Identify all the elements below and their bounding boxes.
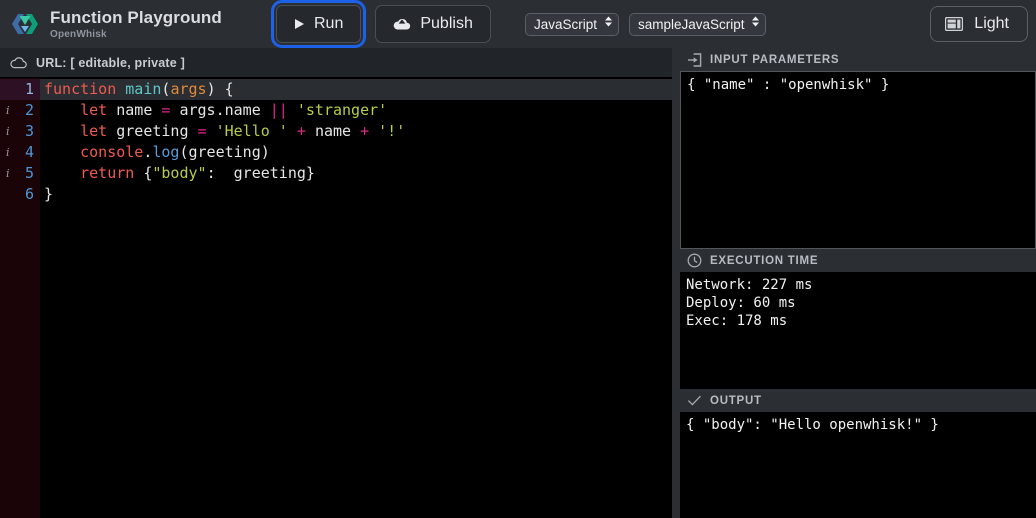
results-column: INPUT PARAMETERS { "name" : "openwhisk" … <box>680 48 1036 518</box>
line-number-5: i 5 <box>0 163 40 184</box>
gutter-info-marker[interactable]: i <box>6 142 10 163</box>
app-body: URL: [ editable, private ] i 1 ▾ i 2 i <box>0 48 1036 518</box>
input-parameters-panel: INPUT PARAMETERS { "name" : "openwhisk" … <box>680 48 1036 249</box>
gutter-info-marker[interactable]: i <box>6 121 10 142</box>
sample-select[interactable]: sampleJavaScript <box>629 12 766 36</box>
input-parameters-header: INPUT PARAMETERS <box>680 48 1036 71</box>
openwhisk-logo-icon <box>10 9 40 39</box>
run-button[interactable]: Run <box>270 0 367 48</box>
output-value: { "body": "Hello openwhisk!" } <box>680 412 1036 518</box>
clock-icon <box>687 253 702 268</box>
select-group: JavaScript sampleJavaScript <box>525 0 766 48</box>
execution-time-value: Network: 227 ms Deploy: 60 ms Exec: 178 … <box>680 272 1036 389</box>
language-select-wrap: JavaScript <box>525 12 619 36</box>
code-line-1[interactable]: function main(args) { <box>40 79 672 100</box>
output-title: OUTPUT <box>710 394 762 407</box>
header-right: Light <box>930 0 1028 48</box>
arrow-into-box-icon <box>687 52 702 67</box>
code-editor[interactable]: i 1 ▾ i 2 i 3 i 4 <box>0 78 672 518</box>
execution-time-header: EXECUTION TIME <box>680 249 1036 272</box>
panel-divider <box>672 48 680 518</box>
code-line-2[interactable]: let name = args.name || 'stranger' <box>40 100 672 121</box>
gutter-info-marker[interactable]: i <box>6 100 10 121</box>
output-panel: OUTPUT { "body": "Hello openwhisk!" } <box>680 389 1036 518</box>
function-playground-app: Function Playground OpenWhisk Run Publis… <box>0 0 1036 518</box>
code-line-6[interactable]: } <box>40 184 672 205</box>
editor-column: URL: [ editable, private ] i 1 ▾ i 2 i <box>0 48 672 518</box>
app-subtitle: OpenWhisk <box>50 28 107 40</box>
sample-select-wrap: sampleJavaScript <box>629 12 766 36</box>
cloud-upload-icon <box>393 17 411 31</box>
line-number-4: i 4 <box>0 142 40 163</box>
layout-panel-icon <box>945 17 964 31</box>
code-line-4[interactable]: console.log(greeting) <box>40 142 672 163</box>
line-number-value: 6 <box>24 185 34 203</box>
line-number-value: 1 <box>24 80 34 98</box>
publish-button[interactable]: Publish <box>375 5 491 43</box>
publish-button-label: Publish <box>420 15 473 32</box>
cloud-icon <box>10 56 27 69</box>
code-line-5[interactable]: return {"body": greeting} <box>40 163 672 184</box>
app-title: Function Playground <box>50 7 222 27</box>
language-select[interactable]: JavaScript <box>525 12 619 36</box>
code-area[interactable]: function main(args) { let name = args.na… <box>40 78 672 518</box>
line-number-1: i 1 ▾ <box>0 79 48 100</box>
input-parameters-value[interactable]: { "name" : "openwhisk" } <box>680 71 1036 249</box>
app-header: Function Playground OpenWhisk Run Publis… <box>0 0 1036 48</box>
gutter-info-marker[interactable]: i <box>6 163 10 184</box>
line-number-value: 3 <box>24 122 34 140</box>
execution-time-panel: EXECUTION TIME Network: 227 ms Deploy: 6… <box>680 249 1036 389</box>
line-number-3: i 3 <box>0 121 40 142</box>
theme-toggle-label: Light <box>974 15 1009 32</box>
main-toolbar: Run Publish <box>270 0 491 48</box>
url-bar[interactable]: URL: [ editable, private ] <box>0 48 672 78</box>
line-number-2: i 2 <box>0 100 40 121</box>
brand: Function Playground OpenWhisk <box>10 8 222 41</box>
run-button-label: Run <box>314 15 344 32</box>
code-line-3[interactable]: let greeting = 'Hello ' + name + '!' <box>40 121 672 142</box>
line-number-value: 4 <box>24 143 34 161</box>
theme-toggle-button[interactable]: Light <box>930 6 1028 42</box>
editor-gutter[interactable]: i 1 ▾ i 2 i 3 i 4 <box>0 78 48 518</box>
play-icon <box>294 18 305 30</box>
check-icon <box>687 394 702 407</box>
line-number-6: i 6 <box>0 184 40 205</box>
line-number-value: 2 <box>24 101 34 119</box>
brand-text: Function Playground OpenWhisk <box>50 8 222 41</box>
line-number-value: 5 <box>24 164 34 182</box>
url-bar-label: URL: [ editable, private ] <box>36 55 185 70</box>
execution-time-title: EXECUTION TIME <box>710 254 819 267</box>
output-header: OUTPUT <box>680 389 1036 412</box>
input-parameters-title: INPUT PARAMETERS <box>710 53 840 66</box>
